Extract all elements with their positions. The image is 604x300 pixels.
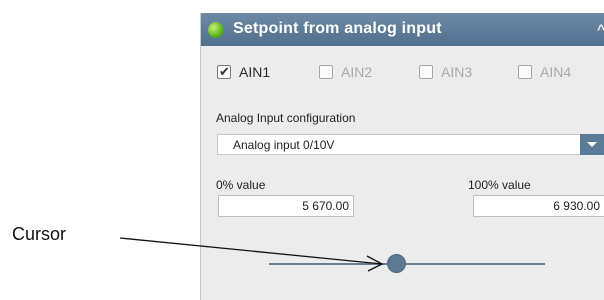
- annotation-arrow: [119, 237, 384, 272]
